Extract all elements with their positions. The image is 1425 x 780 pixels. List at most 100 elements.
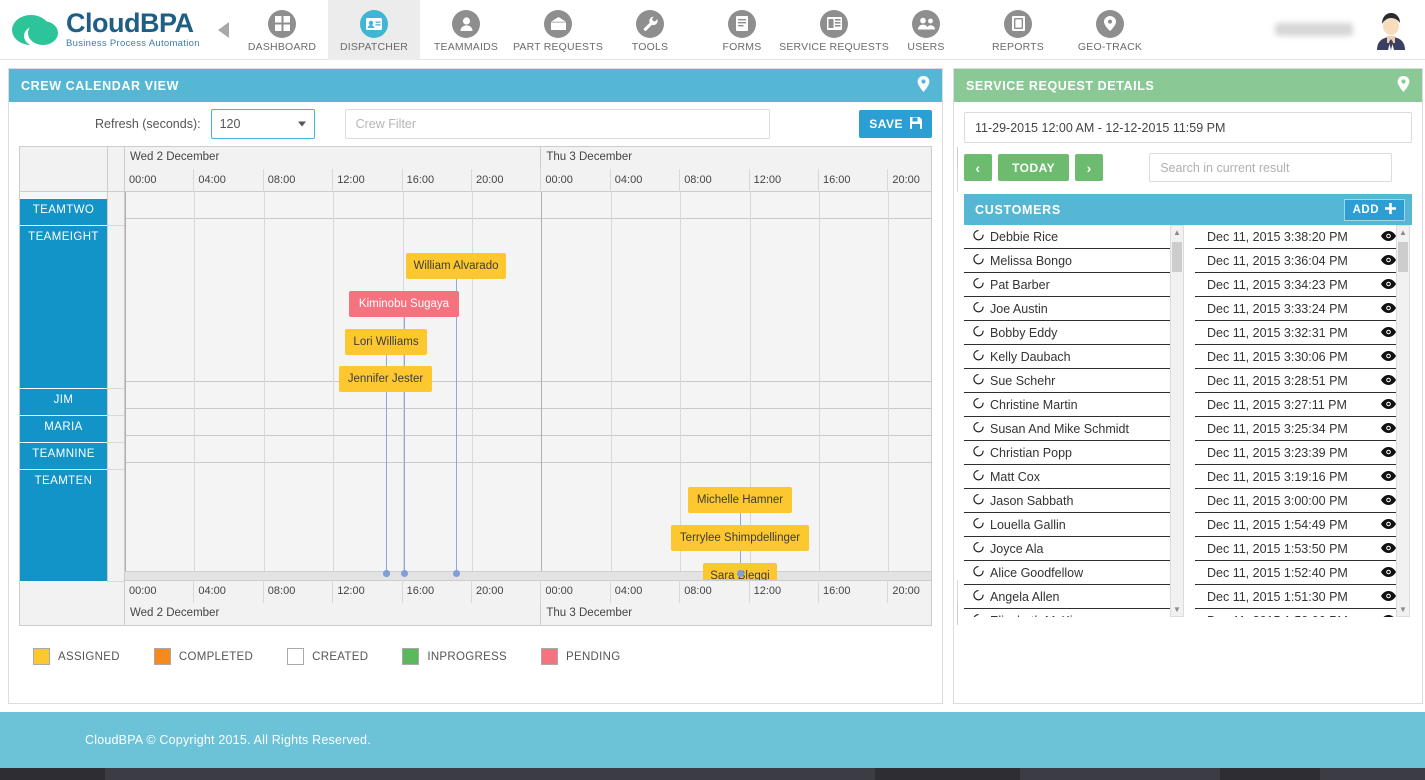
customer-date-row[interactable]: Dec 11, 2015 3:19:16 PM (1195, 465, 1410, 489)
customer-date-row[interactable]: Dec 11, 2015 1:53:50 PM (1195, 537, 1410, 561)
eye-icon[interactable] (1381, 590, 1396, 604)
customer-date-row[interactable]: Dec 11, 2015 3:23:39 PM (1195, 441, 1410, 465)
scroll-up-icon[interactable]: ▲ (1171, 226, 1183, 239)
map-pin-icon[interactable] (1397, 76, 1410, 95)
customer-list-item[interactable]: Jason Sabbath (964, 489, 1184, 513)
customer-list-item[interactable]: Joe Austin (964, 297, 1184, 321)
date-range-input[interactable] (964, 112, 1412, 143)
customer-list-item[interactable]: Matt Cox (964, 465, 1184, 489)
customer-date-row[interactable]: Dec 11, 2015 1:50:06 PM (1195, 609, 1410, 617)
app-logo[interactable]: CloudBPA Business Process Automation (0, 10, 210, 49)
customer-list-item[interactable]: Christian Popp (964, 441, 1184, 465)
eye-icon[interactable] (1381, 278, 1396, 292)
customer-date-row[interactable]: Dec 11, 2015 1:51:30 PM (1195, 585, 1410, 609)
scrollbar-thumb[interactable] (1172, 242, 1182, 272)
customer-date-row[interactable]: Dec 11, 2015 3:00:00 PM (1195, 489, 1410, 513)
crew-filter-input[interactable] (344, 109, 770, 139)
calendar-row-teamtwo[interactable] (125, 192, 931, 219)
prev-period-button[interactable]: ‹ (964, 154, 992, 181)
customer-list-item[interactable]: Kelly Daubach (964, 345, 1184, 369)
customer-date-row[interactable]: Dec 11, 2015 3:38:20 PM (1195, 225, 1410, 249)
crew-row-label-teameight[interactable]: TEAMEIGHT (20, 226, 107, 389)
nav-item-teammaids[interactable]: TEAMMAIDS (420, 0, 512, 60)
map-pin-icon[interactable] (917, 76, 930, 95)
nav-item-forms[interactable]: FORMS (696, 0, 788, 60)
customer-list-item[interactable]: Pat Barber (964, 273, 1184, 297)
crew-row-label-teamten[interactable]: TEAMTEN (20, 470, 107, 582)
eye-icon[interactable] (1381, 254, 1396, 268)
today-button[interactable]: TODAY (998, 154, 1070, 181)
customer-date-row[interactable]: Dec 11, 2015 3:25:34 PM (1195, 417, 1410, 441)
customer-list-item[interactable]: Melissa Bongo (964, 249, 1184, 273)
eye-icon[interactable] (1381, 398, 1396, 412)
calendar-task[interactable]: Lori Williams (345, 329, 427, 355)
calendar-row-teamnine[interactable] (125, 436, 931, 463)
crew-calendar-grid[interactable]: Wed 2 December 00:00 04:00 08:00 12:00 16:00 2… (19, 146, 958, 626)
customer-dates-column[interactable]: Dec 11, 2015 3:38:20 PM Dec 11, 2015 3:36… (1195, 225, 1410, 617)
eye-icon[interactable] (1381, 230, 1396, 244)
add-customer-button[interactable]: ADD (1343, 198, 1405, 221)
eye-icon[interactable] (1381, 350, 1396, 364)
eye-icon[interactable] (1381, 422, 1396, 436)
scroll-down-icon[interactable]: ▼ (1171, 603, 1183, 616)
customer-list-item[interactable]: Angela Allen (964, 585, 1184, 609)
nav-item-users[interactable]: USERS (880, 0, 972, 60)
refresh-seconds-select[interactable]: 120 (210, 109, 315, 139)
customer-list-item[interactable]: Susan And Mike Schmidt (964, 417, 1184, 441)
calendar-task[interactable]: Terrylee Shimpdellinger (671, 525, 809, 551)
eye-icon[interactable] (1381, 446, 1396, 460)
scrollbar-thumb[interactable] (1398, 242, 1408, 272)
crew-row-label-teamnine[interactable]: TEAMNINE (20, 443, 107, 470)
customer-date-row[interactable]: Dec 11, 2015 3:28:51 PM (1195, 369, 1410, 393)
customer-list-item[interactable]: Alice Goodfellow (964, 561, 1184, 585)
dates-scrollbar[interactable]: ▲ ▼ (1396, 225, 1410, 617)
calendar-row-teameight[interactable] (125, 219, 931, 382)
nav-prev-arrow[interactable] (210, 0, 236, 60)
nav-item-part-requests[interactable]: PART REQUESTS (512, 0, 604, 60)
calendar-row-teamten[interactable] (125, 463, 931, 575)
calendar-task[interactable]: Kiminobu Sugaya (349, 291, 459, 317)
customer-date-row[interactable]: Dec 11, 2015 3:33:24 PM (1195, 297, 1410, 321)
scroll-down-icon[interactable]: ▼ (1397, 603, 1409, 616)
eye-icon[interactable] (1381, 494, 1396, 508)
save-button[interactable]: SAVE (859, 110, 932, 138)
calendar-task-grid[interactable]: William Alvarado Kiminobu Sugaya Lori Will… (125, 192, 931, 580)
crew-row-label-teamtwo[interactable]: TEAMTWO (20, 199, 107, 226)
eye-icon[interactable] (1381, 518, 1396, 532)
nav-item-dashboard[interactable]: DASHBOARD (236, 0, 328, 60)
calendar-row-maria[interactable] (125, 409, 931, 436)
customer-date-row[interactable]: Dec 11, 2015 3:30:06 PM (1195, 345, 1410, 369)
customer-date-row[interactable]: Dec 11, 2015 3:34:23 PM (1195, 273, 1410, 297)
customer-date-row[interactable]: Dec 11, 2015 1:54:49 PM (1195, 513, 1410, 537)
customer-names-column[interactable]: Debbie Rice Melissa Bongo Pat Barber Joe Au… (964, 225, 1184, 617)
customer-list-item[interactable]: Elizabeth McKinney (964, 609, 1184, 617)
eye-icon[interactable] (1381, 542, 1396, 556)
customer-date-row[interactable]: Dec 11, 2015 3:32:31 PM (1195, 321, 1410, 345)
customer-list-item[interactable]: Louella Gallin (964, 513, 1184, 537)
customer-list-item[interactable]: Bobby Eddy (964, 321, 1184, 345)
nav-item-geo-track[interactable]: GEO-TRACK (1064, 0, 1156, 60)
nav-item-reports[interactable]: REPORTS (972, 0, 1064, 60)
calendar-task[interactable]: Michelle Hamner (688, 487, 792, 513)
calendar-row-jim[interactable] (125, 382, 931, 409)
avatar[interactable] (1371, 9, 1411, 50)
customer-list-item[interactable]: Sue Schehr (964, 369, 1184, 393)
next-period-button[interactable]: › (1075, 154, 1104, 181)
eye-icon[interactable] (1381, 302, 1396, 316)
calendar-task[interactable]: William Alvarado (406, 253, 506, 279)
crew-row-label-jim[interactable]: JIM (20, 389, 107, 416)
customer-date-row[interactable]: Dec 11, 2015 3:36:04 PM (1195, 249, 1410, 273)
nav-item-dispatcher[interactable]: DISPATCHER (328, 0, 420, 60)
customer-list-item[interactable]: Joyce Ala (964, 537, 1184, 561)
crew-row-label-maria[interactable]: MARIA (20, 416, 107, 443)
customer-date-row[interactable]: Dec 11, 2015 1:52:40 PM (1195, 561, 1410, 585)
nav-item-tools[interactable]: TOOLS (604, 0, 696, 60)
customer-date-row[interactable]: Dec 11, 2015 3:27:11 PM (1195, 393, 1410, 417)
customer-list-item[interactable]: Debbie Rice (964, 225, 1184, 249)
eye-icon[interactable] (1381, 470, 1396, 484)
nav-item-service-requests[interactable]: SERVICE REQUESTS (779, 0, 889, 60)
calendar-task[interactable]: Jennifer Jester (339, 366, 432, 392)
eye-icon[interactable] (1381, 374, 1396, 388)
eye-icon[interactable] (1381, 614, 1396, 617)
search-input[interactable] (1149, 153, 1393, 182)
